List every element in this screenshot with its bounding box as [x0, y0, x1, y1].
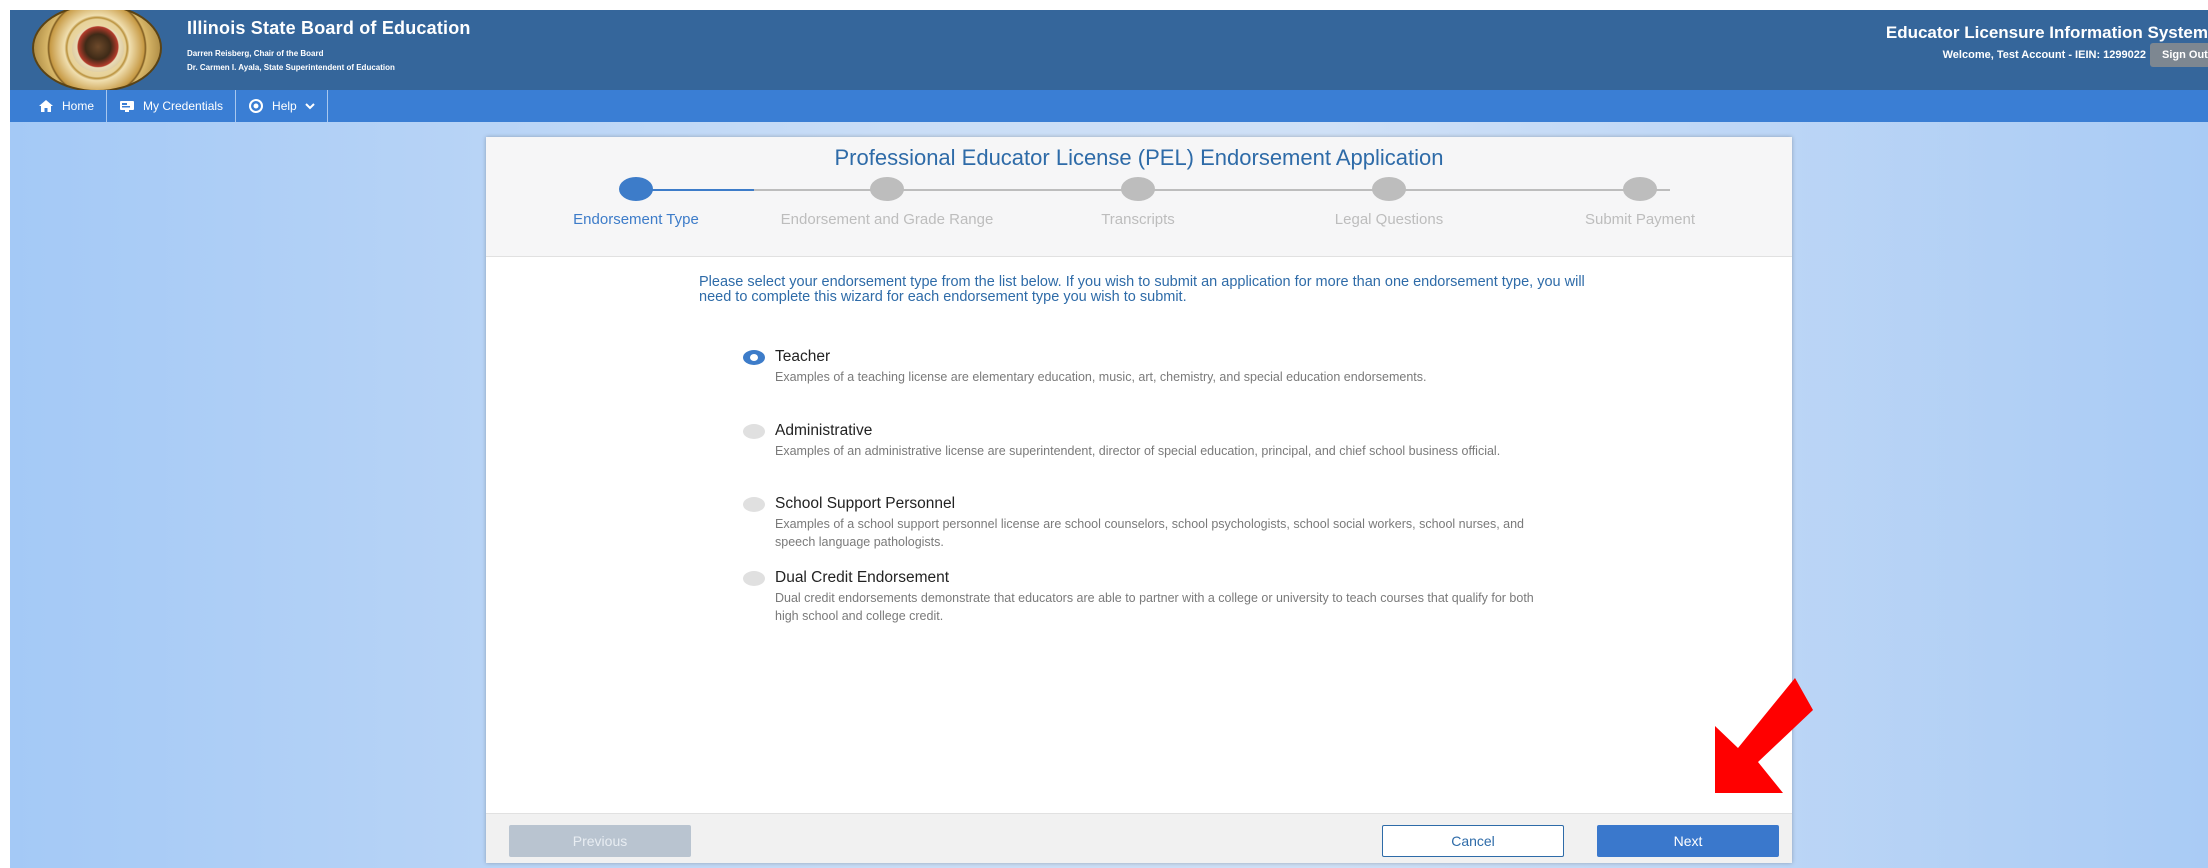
step-label-transcripts: Transcripts: [1101, 211, 1175, 228]
option-description: Examples of a teaching license are eleme…: [775, 370, 1427, 384]
help-icon: [249, 99, 264, 113]
radio-administrative[interactable]: [743, 424, 765, 439]
wizard-header: Professional Educator License (PEL) Endo…: [486, 137, 1792, 257]
option-description: Examples of a school support personnel l…: [775, 517, 1524, 549]
intro-instructions: Please select your endorsement type from…: [699, 274, 1585, 305]
welcome-text: Welcome, Test Account - IEIN: 1299022: [1942, 49, 2146, 61]
option-title: School Support Personnel: [775, 495, 956, 512]
superintendent-line: Dr. Carmen I. Ayala, State Superintenden…: [187, 63, 395, 72]
site-header: Illinois State Board of Education Darren…: [10, 10, 2208, 92]
state-seal-logo: [32, 10, 162, 92]
step-dot-legal-questions: [1372, 177, 1406, 201]
option-title: Teacher: [775, 348, 831, 365]
previous-button[interactable]: Previous: [509, 825, 691, 857]
chair-line: Darren Reisberg, Chair of the Board: [187, 49, 324, 58]
nav-help[interactable]: Help: [236, 90, 328, 122]
main-nav: Home My Credentials Help: [10, 90, 2208, 122]
wizard-title: Professional Educator License (PEL) Endo…: [834, 145, 1444, 170]
nav-my-credentials[interactable]: My Credentials: [107, 90, 237, 122]
seal-eagle-emblem: [72, 26, 124, 72]
radio-dual-credit-endorsement[interactable]: [743, 571, 765, 586]
nav-home-label: Home: [62, 99, 95, 113]
nav-home[interactable]: Home: [10, 90, 108, 122]
step-dot-endorsement-grade-range: [870, 177, 904, 201]
home-icon: [39, 100, 53, 112]
red-arrow-annotation-icon: [1715, 678, 1813, 793]
step-dot-endorsement-type: [619, 177, 653, 201]
nav-help-label: Help: [272, 99, 297, 113]
step-dot-submit-payment: [1623, 177, 1657, 201]
chevron-down-icon: [305, 103, 315, 110]
system-title: Educator Licensure Information System: [1885, 23, 2208, 42]
step-dot-transcripts: [1121, 177, 1155, 201]
step-label-legal-questions: Legal Questions: [1334, 211, 1444, 228]
option-description: Examples of an administrative license ar…: [775, 444, 1501, 458]
org-title: Illinois State Board of Education: [187, 18, 471, 38]
wizard-footer: Previous Cancel Next: [486, 813, 1792, 863]
app-frame: Illinois State Board of Education Darren…: [10, 10, 2208, 868]
radio-school-support-personnel[interactable]: [743, 497, 765, 512]
sign-out-button[interactable]: Sign Out: [2150, 43, 2208, 67]
step-label-endorsement-type: Endorsement Type: [573, 211, 699, 228]
credentials-icon: [120, 101, 135, 112]
option-description: Dual credit endorsements demonstrate tha…: [775, 591, 1534, 623]
option-title: Dual Credit Endorsement: [775, 569, 950, 586]
step-label-endorsement-grade-range: Endorsement and Grade Range: [780, 211, 994, 228]
step-label-submit-payment: Submit Payment: [1584, 211, 1696, 228]
step-connector: [636, 189, 754, 191]
application-wizard-card: Professional Educator License (PEL) Endo…: [486, 137, 1792, 863]
next-button[interactable]: Next: [1597, 825, 1779, 857]
wizard-stepper: Endorsement Type Endorsement and Grade R…: [486, 177, 1792, 257]
radio-teacher[interactable]: [743, 350, 765, 365]
nav-credentials-label: My Credentials: [143, 99, 224, 113]
cancel-button[interactable]: Cancel: [1382, 825, 1564, 857]
option-title: Administrative: [775, 422, 873, 439]
